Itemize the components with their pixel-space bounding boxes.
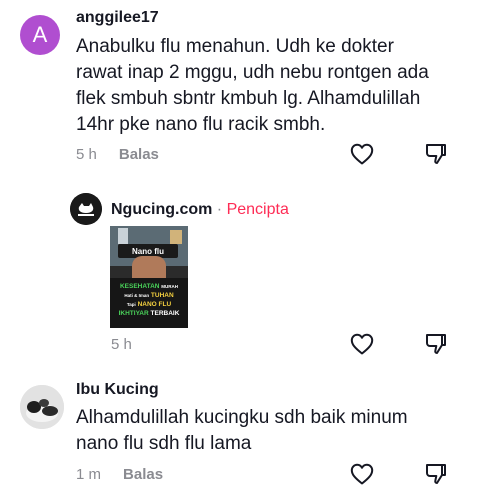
creator-badge: Pencipta [226, 201, 289, 218]
reply-button[interactable]: Balas [123, 466, 163, 483]
thumbnail-text: NANO FLU [137, 301, 172, 308]
thumbs-down-outline-icon[interactable] [423, 331, 449, 357]
comment-username[interactable]: anggilee17 [76, 9, 159, 27]
thumbnail-text: TERBAIK [150, 310, 180, 317]
heart-outline-icon[interactable] [349, 331, 375, 357]
thumbnail-text: IKHTIYAR [118, 310, 149, 317]
separator-dot: · [216, 201, 223, 218]
comment-text-line: Anabulku flu menahun. Udh ke dokter [76, 36, 394, 57]
comment-text-line: nano flu sdh flu lama [76, 433, 252, 454]
thumbnail-text: Hati & Iman [124, 293, 150, 298]
thumbnail-text: KESEHATAN [119, 283, 160, 290]
heart-outline-icon[interactable] [349, 461, 375, 486]
comment-text-line: 14hr pke nano flu racik smbh. [76, 114, 326, 135]
comment-timestamp: 5 h [76, 146, 97, 163]
thumbs-down-outline-icon[interactable] [423, 141, 449, 167]
creator-username[interactable]: Ngucing.com [111, 201, 212, 218]
thumbnail-text: MURAH [161, 284, 179, 289]
comment-meta: 5 h [111, 336, 132, 353]
comment-text-line: Alhamdulillah kucingku sdh baik minum [76, 407, 408, 428]
avatar[interactable]: A [20, 15, 60, 55]
comment-meta: 5 h Balas [76, 146, 159, 163]
comment-text-line: rawat inap 2 mggu, udh nebu rontgen ada [76, 62, 429, 83]
avatar[interactable] [20, 385, 64, 429]
comment-text-line: flek smbuh sbntr kmbuh lg. Alhamdulillah [76, 88, 421, 109]
comment-username[interactable]: Ibu Kucing [76, 381, 159, 399]
avatar[interactable] [70, 193, 102, 225]
comment-timestamp: 5 h [111, 336, 132, 353]
reply-video-thumbnail[interactable]: Nano flu KESEHATAN MURAH Hati & Iman TUH… [110, 226, 188, 328]
comment-text: Alhamdulillah kucingku sdh baik minum na… [76, 405, 408, 457]
comment-meta: 1 m Balas [76, 466, 163, 483]
thumbs-down-outline-icon[interactable] [423, 461, 449, 486]
thumbnail-text: TUHAN [150, 292, 174, 299]
reply-button[interactable]: Balas [119, 146, 159, 163]
heart-outline-icon[interactable] [349, 141, 375, 167]
comment-timestamp: 1 m [76, 466, 102, 483]
comment-username[interactable]: Ngucing.com · Pencipta [111, 201, 289, 219]
thumbnail-text: Tapi [126, 302, 136, 307]
comment-text: Anabulku flu menahun. Udh ke dokter rawa… [76, 34, 429, 138]
